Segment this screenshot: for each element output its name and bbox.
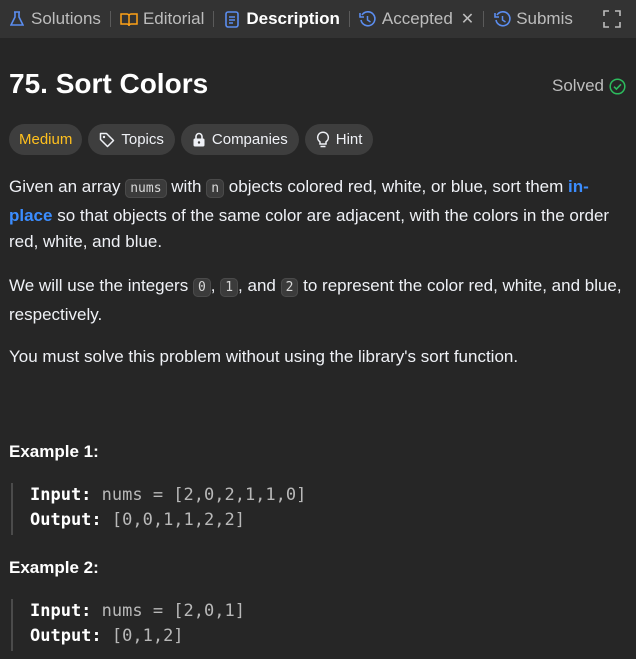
text: with	[166, 177, 207, 196]
tab-bar: Solutions Editorial Description Accepted…	[0, 0, 636, 38]
topics-button[interactable]: Topics	[88, 124, 175, 155]
tab-description[interactable]: Description	[223, 0, 340, 38]
tab-label: Editorial	[142, 9, 205, 28]
companies-button[interactable]: Companies	[180, 124, 299, 155]
example-input: Input: nums = [2,0,1]	[30, 599, 611, 624]
output-label: Output:	[30, 510, 102, 530]
problem-tags: Medium Topics Companies Hint	[9, 124, 374, 155]
tab-divider	[109, 11, 111, 27]
input-label: Input:	[30, 601, 92, 621]
input-value: nums = [2,0,2,1,1,0]	[91, 485, 307, 505]
tab-submissions[interactable]: Submis	[493, 0, 573, 38]
description-paragraph: We will use the integers 0, 1, and 2 to …	[9, 273, 629, 328]
example-output: Output: [0,1,2]	[30, 624, 611, 649]
inline-code: 1	[220, 278, 239, 297]
example-output: Output: [0,0,1,1,2,2]	[30, 508, 611, 533]
example-title: Example 1:	[9, 442, 99, 461]
text: , and	[238, 276, 281, 295]
solved-status: Solved	[552, 76, 626, 96]
check-circle-icon	[609, 77, 626, 95]
close-icon[interactable]: ✕	[461, 9, 474, 29]
tab-label: Description	[246, 9, 340, 28]
text: Given an array	[9, 177, 126, 196]
companies-label: Companies	[211, 131, 288, 148]
tab-label: Accepted	[381, 9, 453, 28]
example-input: Input: nums = [2,0,2,1,1,0]	[30, 483, 611, 508]
input-value: nums = [2,0,1]	[91, 601, 245, 621]
tab-label: Solutions	[31, 9, 101, 28]
input-label: Input:	[30, 485, 92, 505]
inline-code: 0	[192, 278, 211, 297]
hint-button[interactable]: Hint	[304, 124, 374, 155]
lightbulb-icon	[316, 131, 330, 148]
output-value: [0,0,1,1,2,2]	[101, 510, 245, 530]
history-icon	[493, 10, 511, 28]
example-block: Input: nums = [2,0,2,1,1,0] Output: [0,0…	[11, 483, 611, 535]
text: objects colored red, white, or blue, sor…	[224, 177, 569, 196]
example-block: Input: nums = [2,0,1] Output: [0,1,2]	[11, 599, 611, 651]
tab-accepted[interactable]: Accepted ✕	[359, 0, 474, 38]
tag-icon	[99, 132, 115, 148]
tab-divider	[213, 11, 215, 27]
output-value: [0,1,2]	[101, 626, 184, 646]
text: ,	[210, 276, 221, 295]
description-paragraph: Given an array nums with n objects color…	[9, 174, 629, 256]
inline-code: nums	[125, 179, 167, 198]
inline-code: 2	[280, 278, 299, 297]
text: We will use the integers	[9, 276, 193, 295]
inline-code: n	[206, 179, 225, 198]
output-label: Output:	[30, 626, 102, 646]
tab-editorial[interactable]: Editorial	[120, 0, 204, 38]
document-icon	[223, 10, 241, 28]
topics-label: Topics	[121, 131, 164, 148]
tab-solutions[interactable]: Solutions	[8, 0, 101, 38]
tab-divider	[483, 11, 485, 27]
flask-icon	[8, 10, 26, 28]
difficulty-badge: Medium	[9, 124, 83, 155]
lock-icon	[192, 132, 206, 147]
history-icon	[359, 10, 377, 28]
description-paragraph: You must solve this problem without usin…	[9, 347, 519, 366]
tab-divider	[348, 11, 350, 27]
example-title: Example 2:	[9, 558, 99, 577]
hint-label: Hint	[335, 131, 363, 148]
problem-title: 75. Sort Colors	[9, 68, 209, 99]
book-icon	[120, 10, 138, 28]
tab-label: Submis	[516, 9, 573, 28]
expand-icon[interactable]	[602, 9, 622, 29]
text: so that objects of the same color are ad…	[9, 205, 610, 252]
solved-label: Solved	[552, 76, 604, 95]
